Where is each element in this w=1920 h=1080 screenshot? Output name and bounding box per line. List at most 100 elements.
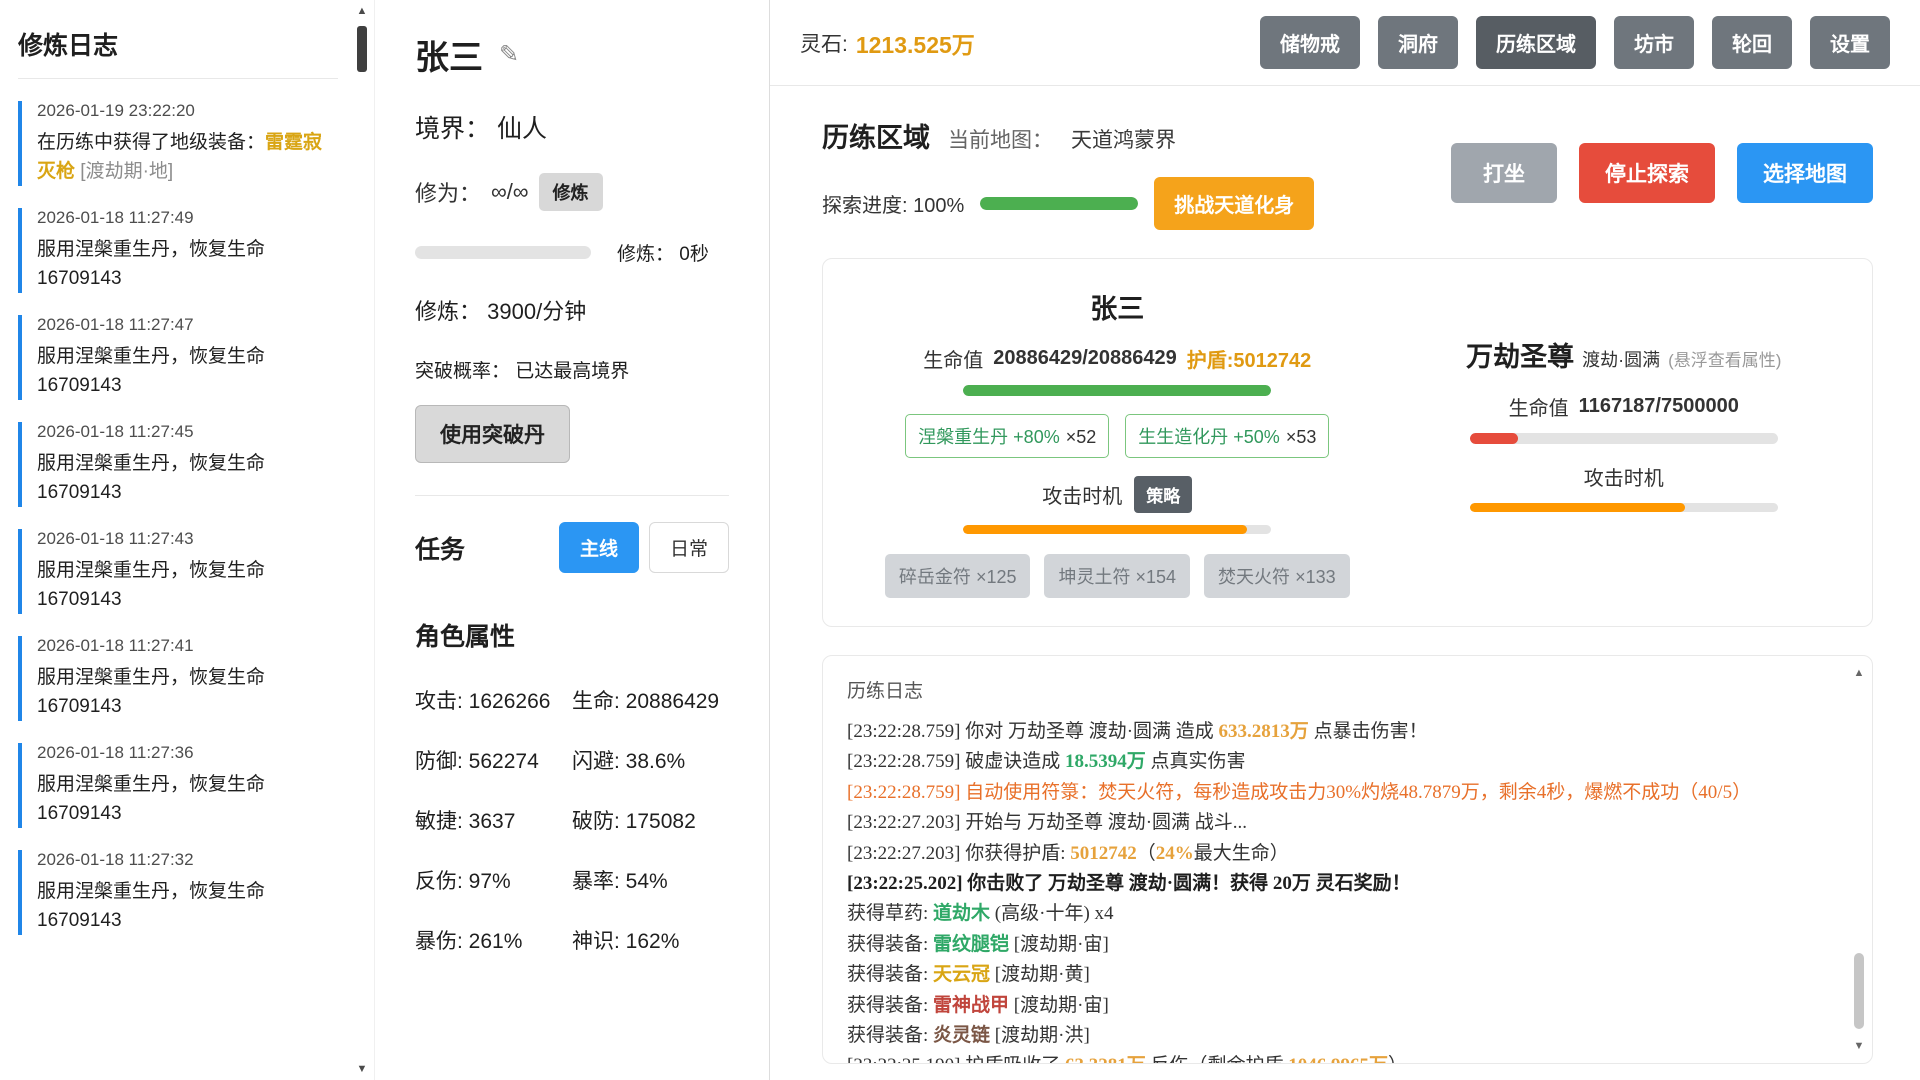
player-hp-label: 生命值 bbox=[923, 344, 983, 373]
nav-button-market[interactable]: 坊市 bbox=[1614, 16, 1694, 69]
text-segment: 获得装备: bbox=[847, 934, 933, 955]
area-header-left: 历练区域 当前地图： 天道鸿蒙界 探索进度: 100% 挑战天道化身 bbox=[822, 116, 1314, 230]
battle-log-line: [23:22:25.190] 护盾吸收了 63.3281万 反伤（剩余护盾 10… bbox=[847, 1051, 1828, 1064]
enemy-hover-hint: (悬浮查看属性) bbox=[1668, 346, 1781, 371]
area-action-buttons: 打坐 停止探索 选择地图 bbox=[1451, 143, 1873, 203]
talisman-row: 碎岳金符 ×125坤灵土符 ×154焚天火符 ×133 bbox=[885, 554, 1350, 598]
log-entry-text: 服用涅槃重生丹，恢复生命 16709143 bbox=[37, 343, 338, 400]
stop-explore-button[interactable]: 停止探索 bbox=[1579, 143, 1715, 203]
nav-button-reincarnation[interactable]: 轮回 bbox=[1712, 16, 1792, 69]
battle-log-scrollbar[interactable]: ▲ ▼ bbox=[1851, 662, 1867, 1057]
battle-log-line: 获得草药: 道劫木 (高级·十年) x4 bbox=[847, 899, 1828, 929]
battle-log-line: [23:22:28.759] 你对 万劫圣尊 渡劫·圆满 造成 633.2813… bbox=[847, 717, 1828, 747]
spirit-stone-value: 1213.525万 bbox=[856, 26, 975, 60]
battle-log-line: 获得装备: 雷神战甲 [渡劫期·宙] bbox=[847, 991, 1828, 1021]
strategy-badge[interactable]: 策略 bbox=[1134, 476, 1192, 513]
text-segment: [23:22:28.759] 自动使用符箓：焚天火符，每秒造成攻击力30%灼烧4… bbox=[847, 782, 1751, 803]
cultivation-timer-label: 修炼： bbox=[617, 244, 674, 265]
player-attack-bar bbox=[963, 525, 1271, 534]
attribute-value: 175082 bbox=[626, 810, 696, 833]
current-map-label: 当前地图： bbox=[948, 124, 1053, 154]
attribute-value: 97% bbox=[469, 870, 511, 893]
scroll-up-icon[interactable]: ▲ bbox=[1851, 667, 1867, 679]
battle-log-line: [23:22:27.203] 开始与 万劫圣尊 渡劫·圆满 战斗... bbox=[847, 808, 1828, 838]
text-segment: 炎灵链 bbox=[933, 1025, 990, 1046]
text-segment: [23:22:28.759] 破虚诀造成 bbox=[847, 751, 1065, 772]
player-attack-row: 攻击时机 策略 bbox=[1042, 476, 1192, 513]
battle-log-line: [23:22:28.759] 破虚诀造成 18.5394万 点真实伤害 bbox=[847, 747, 1828, 777]
cultivation-label: 修为： bbox=[415, 176, 481, 208]
log-entry-text: 服用涅槃重生丹，恢复生命 16709143 bbox=[37, 236, 338, 293]
text-segment: 24% bbox=[1156, 843, 1194, 864]
scroll-down-icon[interactable]: ▼ bbox=[1851, 1040, 1867, 1052]
exploration-value-text: 100% bbox=[913, 195, 964, 217]
talisman-count: ×125 bbox=[976, 567, 1017, 587]
attribute-value: 20886429 bbox=[626, 690, 719, 713]
log-entry: 2026-01-19 23:22:20在历练中获得了地级装备：雷霆寂灭枪 [渡劫… bbox=[18, 101, 338, 186]
text-segment: 1046.9965万 bbox=[1288, 1055, 1388, 1064]
tab-daily[interactable]: 日常 bbox=[649, 522, 729, 573]
attribute-item: 攻击: 1626266 bbox=[415, 685, 572, 715]
text-segment: ） bbox=[1388, 1055, 1407, 1064]
log-entry: 2026-01-18 11:27:36服用涅槃重生丹，恢复生命 16709143 bbox=[18, 743, 338, 828]
attribute-value: 54% bbox=[626, 870, 668, 893]
nav-button-training-area[interactable]: 历练区域 bbox=[1476, 16, 1596, 69]
attribute-item: 防御: 562274 bbox=[415, 745, 572, 775]
text-segment: 获得装备: bbox=[847, 964, 933, 985]
log-entry-text: 服用涅槃重生丹，恢复生命 16709143 bbox=[37, 664, 338, 721]
attribute-item: 生命: 20886429 bbox=[572, 685, 729, 715]
top-nav: 储物戒洞府历练区域坊市轮回设置 bbox=[1260, 16, 1890, 69]
text-segment: 5012742 bbox=[1070, 843, 1137, 864]
player-shield-value: 护盾:5012742 bbox=[1187, 344, 1312, 373]
meditate-button[interactable]: 打坐 bbox=[1451, 143, 1557, 203]
use-breakthrough-pill-button[interactable]: 使用突破丹 bbox=[415, 405, 570, 463]
character-name: 张三 bbox=[415, 30, 483, 79]
pill-name: 涅槃重生丹 +80% bbox=[918, 427, 1060, 447]
text-segment: 在历练中获得了地级装备： bbox=[37, 132, 265, 153]
log-entry-time: 2026-01-18 11:27:43 bbox=[37, 529, 338, 549]
sidebar-scrollbar[interactable]: ▲ ▼ bbox=[354, 0, 370, 1080]
nav-button-storage-ring[interactable]: 储物戒 bbox=[1260, 16, 1360, 69]
log-entry-time: 2026-01-18 11:27:45 bbox=[37, 422, 338, 442]
select-map-button[interactable]: 选择地图 bbox=[1737, 143, 1873, 203]
log-entry-text: 服用涅槃重生丹，恢复生命 16709143 bbox=[37, 878, 338, 935]
battle-log-line: [23:22:27.203] 你获得护盾: 5012742（24%最大生命） bbox=[847, 839, 1828, 869]
challenge-avatar-button[interactable]: 挑战天道化身 bbox=[1154, 177, 1314, 230]
breakthrough-label: 突破概率： bbox=[415, 361, 510, 382]
cultivate-badge[interactable]: 修炼 bbox=[539, 173, 603, 211]
enemy-attack-bar bbox=[1470, 503, 1778, 512]
pill-chip[interactable]: 生生造化丹 +50%×53 bbox=[1125, 414, 1329, 458]
battle-log-scrollbar-thumb[interactable] bbox=[1854, 953, 1864, 1029]
attribute-item: 反伤: 97% bbox=[415, 865, 572, 895]
log-entry-time: 2026-01-18 11:27:47 bbox=[37, 315, 338, 335]
text-segment: 633.2813万 bbox=[1219, 721, 1309, 742]
edit-name-icon[interactable]: ✎ bbox=[499, 40, 519, 69]
scroll-down-icon[interactable]: ▼ bbox=[354, 1063, 370, 1075]
pill-chip[interactable]: 涅槃重生丹 +80%×52 bbox=[905, 414, 1109, 458]
nav-button-cave-abode[interactable]: 洞府 bbox=[1378, 16, 1458, 69]
log-entry-text: 服用涅槃重生丹，恢复生命 16709143 bbox=[37, 450, 338, 507]
exploration-progress-fill bbox=[980, 197, 1138, 210]
sidebar-scrollbar-thumb[interactable] bbox=[357, 26, 367, 72]
talisman-count: ×133 bbox=[1295, 567, 1336, 587]
text-segment: 服用涅槃重生丹，恢复生命 16709143 bbox=[37, 881, 265, 931]
scroll-up-icon[interactable]: ▲ bbox=[354, 5, 370, 17]
player-attack-fill bbox=[963, 525, 1246, 534]
top-bar: 灵石: 1213.525万 储物戒洞府历练区域坊市轮回设置 bbox=[770, 0, 1920, 86]
exploration-label-text: 探索进度: bbox=[822, 195, 908, 217]
enemy-combatant: 万劫圣尊 渡劫·圆满 (悬浮查看属性) 生命值 1167187/7500000 … bbox=[1394, 287, 1854, 598]
battle-log-list[interactable]: [23:22:28.759] 你对 万劫圣尊 渡劫·圆满 造成 633.2813… bbox=[847, 717, 1828, 1064]
text-segment: 获得装备: bbox=[847, 995, 933, 1016]
tab-main-quest[interactable]: 主线 bbox=[559, 522, 639, 573]
text-segment: 点暴击伤害！ bbox=[1309, 721, 1428, 742]
cultivation-log-list[interactable]: 2026-01-19 23:22:20在历练中获得了地级装备：雷霆寂灭枪 [渡劫… bbox=[18, 101, 338, 935]
cultivation-value: ∞/∞ bbox=[491, 179, 528, 205]
nav-button-settings[interactable]: 设置 bbox=[1810, 16, 1890, 69]
text-segment: 最大生命） bbox=[1194, 843, 1289, 864]
text-segment: 点真实伤害 bbox=[1146, 751, 1246, 772]
cultivation-log-title: 修炼日志 bbox=[18, 26, 338, 79]
current-map-name: 天道鸿蒙界 bbox=[1071, 124, 1176, 154]
battle-log-line: 获得装备: 炎灵链 [渡劫期·洪] bbox=[847, 1021, 1828, 1051]
log-entry-time: 2026-01-18 11:27:32 bbox=[37, 850, 338, 870]
log-entry-time: 2026-01-18 11:27:41 bbox=[37, 636, 338, 656]
